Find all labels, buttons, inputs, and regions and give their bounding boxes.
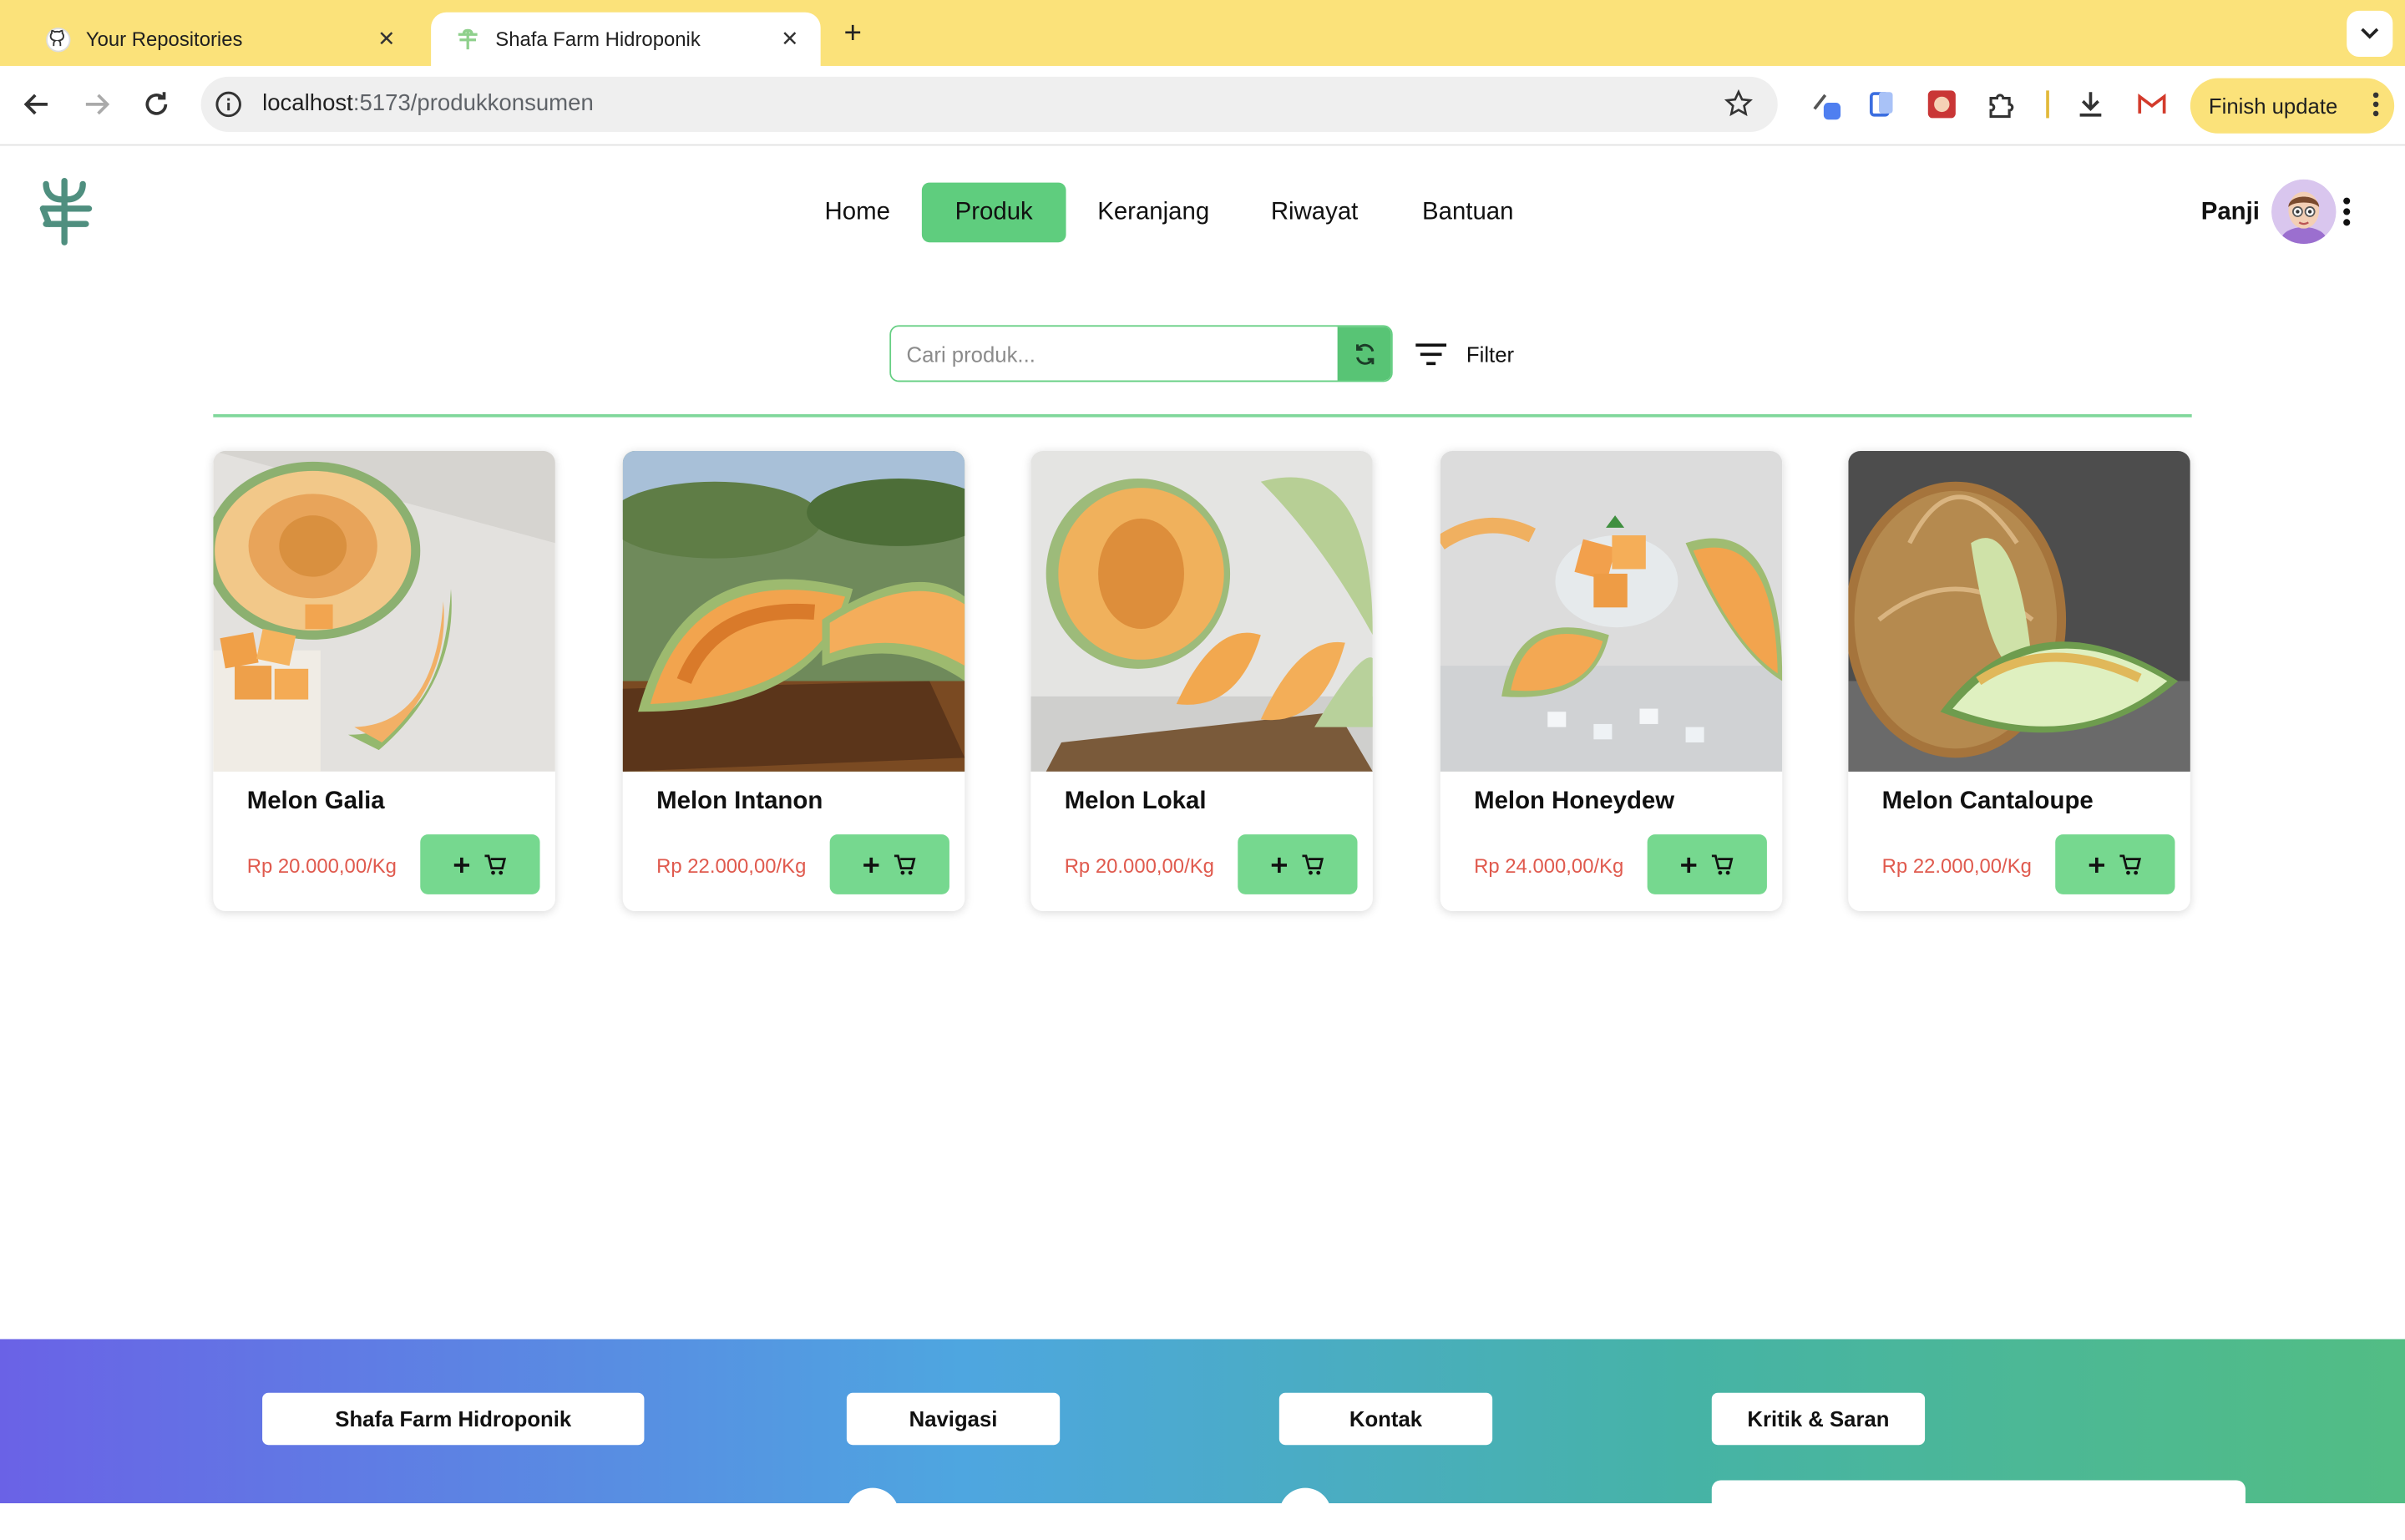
site-info-icon[interactable] — [213, 89, 244, 120]
product-image — [622, 451, 965, 772]
plus-icon — [453, 856, 470, 873]
browser-tab-bar: Your Repositories ✕ Shafa Farm Hidroponi… — [0, 0, 2405, 66]
product-name: Melon Galia — [246, 788, 385, 815]
product-image — [1848, 451, 2190, 772]
nav-produk[interactable]: Produk — [921, 182, 1066, 243]
nav-riwayat[interactable]: Riwayat — [1253, 183, 1376, 243]
filter-icon — [1415, 343, 1447, 366]
extension-icon[interactable] — [1865, 88, 1898, 121]
tab-title: Shafa Farm Hidroponik — [495, 28, 701, 51]
tab-shafa-farm[interactable]: Shafa Farm Hidroponik ✕ — [431, 12, 821, 66]
plus-icon — [2089, 856, 2104, 873]
gmail-icon[interactable] — [2135, 88, 2169, 121]
cart-icon — [1711, 854, 1734, 874]
plus-icon — [863, 856, 879, 873]
product-price: Rp 24.000,00/Kg — [1474, 854, 1624, 878]
product-image — [1440, 451, 1783, 772]
tab-title: Your Repositories — [85, 28, 243, 51]
url-host: localhost — [262, 90, 353, 117]
home-icon[interactable] — [846, 1487, 899, 1540]
product-card[interactable]: Melon Honeydew Rp 24.000,00/Kg — [1440, 451, 1783, 912]
content-divider — [213, 413, 2192, 418]
refresh-button[interactable] — [1337, 327, 1391, 381]
close-icon[interactable]: ✕ — [777, 26, 802, 51]
cart-icon — [2119, 854, 2142, 874]
product-price: Rp 22.000,00/Kg — [656, 854, 807, 878]
nav-keranjang[interactable]: Keranjang — [1081, 183, 1226, 243]
reload-icon[interactable] — [136, 84, 176, 124]
main-navigation: Home Produk Keranjang Riwayat Bantuan — [0, 182, 2405, 244]
product-card[interactable]: Melon Lokal Rp 20.000,00/Kg — [1030, 451, 1373, 912]
feedback-input[interactable] — [1711, 1480, 2246, 1527]
forward-icon[interactable] — [77, 84, 117, 124]
avatar[interactable] — [2271, 179, 2337, 245]
more-vert-icon[interactable] — [2372, 90, 2379, 123]
filter-button[interactable]: Filter — [1414, 337, 1514, 371]
footer: Shafa Farm Hidroponik Navigasi Kontak Kr… — [0, 1339, 2405, 1540]
footer-section-navigasi[interactable]: Navigasi — [846, 1392, 1061, 1446]
footer-section-kritik-saran[interactable]: Kritik & Saran — [1711, 1392, 1926, 1446]
product-price: Rp 20.000,00/Kg — [246, 854, 397, 878]
extension-icon[interactable] — [1810, 88, 1843, 121]
browser-toolbar: localhost:5173/produkkonsumen Finish upd… — [0, 65, 2405, 146]
nav-home[interactable]: Home — [808, 183, 907, 243]
add-to-cart-button[interactable] — [1238, 834, 1358, 894]
chevron-down-icon[interactable] — [2347, 10, 2393, 57]
contact-icon[interactable] — [1278, 1487, 1332, 1540]
product-price: Rp 22.000,00/Kg — [1881, 854, 2032, 878]
product-image — [1030, 451, 1373, 772]
github-icon — [46, 27, 71, 52]
product-name: Melon Cantaloupe — [1881, 788, 2094, 815]
nav-bantuan[interactable]: Bantuan — [1406, 183, 1529, 243]
product-card[interactable]: Melon Cantaloupe Rp 22.000,00/Kg — [1848, 451, 2190, 912]
cart-icon — [1302, 854, 1324, 874]
finish-update-button[interactable]: Finish update — [2190, 78, 2395, 134]
add-to-cart-button[interactable] — [420, 834, 540, 894]
shafa-farm-icon — [456, 27, 480, 51]
filter-label: Filter — [1466, 342, 1515, 367]
back-icon[interactable] — [17, 84, 57, 124]
url-text: localhost:5173/produkkonsumen — [262, 90, 594, 116]
puzzle-icon[interactable] — [1985, 88, 2018, 121]
extension-icon[interactable] — [1925, 88, 1958, 121]
close-icon[interactable]: ✕ — [374, 26, 398, 51]
search-input[interactable] — [891, 327, 1336, 381]
product-image — [213, 451, 555, 772]
add-to-cart-button[interactable] — [1647, 834, 1767, 894]
more-vert-icon[interactable] — [2342, 196, 2352, 235]
product-price: Rp 20.000,00/Kg — [1064, 854, 1214, 878]
plus-icon — [1681, 856, 1697, 873]
search-bar — [889, 325, 1393, 382]
product-card[interactable]: Melon Intanon Rp 22.000,00/Kg — [622, 451, 965, 912]
finish-update-label: Finish update — [2208, 94, 2338, 119]
footer-section-kontak[interactable]: Kontak — [1278, 1392, 1493, 1446]
footer-section-shafa-farm[interactable]: Shafa Farm Hidroponik — [262, 1392, 645, 1446]
product-name: Melon Honeydew — [1474, 788, 1675, 815]
product-name: Melon Lokal — [1064, 788, 1207, 815]
url-path: :5173/produkkonsumen — [352, 90, 594, 117]
user-name: Panji — [2200, 199, 2260, 225]
product-card[interactable]: Melon Galia Rp 20.000,00/Kg — [213, 451, 555, 912]
plus-icon — [1271, 856, 1288, 873]
add-to-cart-button[interactable] — [829, 834, 949, 894]
address-bar[interactable]: localhost:5173/produkkonsumen — [200, 76, 1778, 132]
cart-icon — [894, 854, 916, 874]
bookmark-star-icon[interactable] — [1724, 89, 1753, 126]
toolbar-divider — [2046, 90, 2049, 119]
download-icon[interactable] — [2073, 88, 2107, 121]
add-to-cart-button[interactable] — [2055, 834, 2175, 894]
tab-your-repositories[interactable]: Your Repositories ✕ — [22, 13, 418, 66]
product-name: Melon Intanon — [656, 788, 823, 815]
new-tab-icon[interactable]: + — [836, 16, 869, 50]
refresh-icon — [1355, 342, 1374, 364]
cart-icon — [484, 854, 507, 874]
